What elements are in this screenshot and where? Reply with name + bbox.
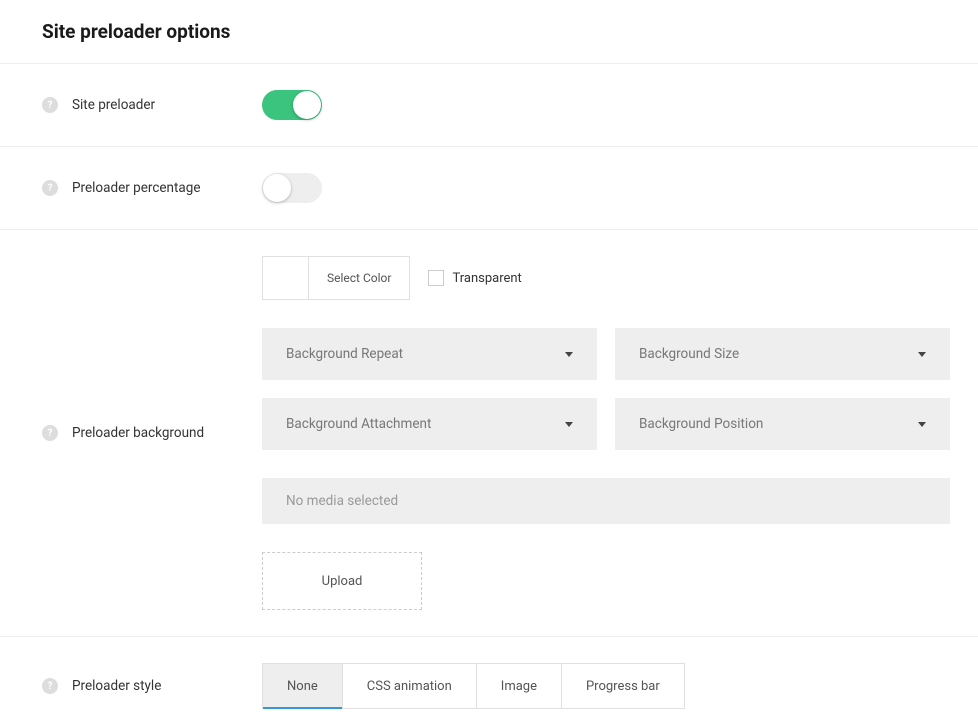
upload-button[interactable]: Upload: [262, 552, 422, 610]
select-label: Background Attachment: [286, 416, 431, 432]
row-preloader-style: ? Preloader style None CSS animation Ima…: [0, 636, 978, 727]
site-preloader-toggle[interactable]: [262, 90, 322, 120]
select-label: Background Size: [639, 346, 739, 362]
color-swatch[interactable]: [263, 257, 309, 299]
bg-repeat-select[interactable]: Background Repeat: [262, 328, 597, 380]
row-label: Preloader percentage: [72, 180, 201, 196]
style-tabs: None CSS animation Image Progress bar: [262, 663, 685, 709]
chevron-down-icon: [918, 352, 926, 357]
bg-position-select[interactable]: Background Position: [615, 398, 950, 450]
help-icon[interactable]: ?: [42, 180, 58, 196]
bg-size-select[interactable]: Background Size: [615, 328, 950, 380]
transparent-checkbox[interactable]: [428, 270, 444, 286]
select-label: Background Repeat: [286, 346, 403, 362]
transparent-label: Transparent: [452, 271, 521, 286]
help-icon[interactable]: ?: [42, 678, 58, 694]
chevron-down-icon: [918, 422, 926, 427]
row-label: Preloader background: [72, 425, 204, 441]
select-label: Background Position: [639, 416, 763, 432]
help-icon[interactable]: ?: [42, 425, 58, 441]
bg-attachment-select[interactable]: Background Attachment: [262, 398, 597, 450]
row-label: Site preloader: [72, 97, 155, 113]
select-color-button[interactable]: Select Color: [309, 257, 409, 299]
row-preloader-background: ? Preloader background Select Color Tran…: [0, 229, 978, 636]
chevron-down-icon: [565, 422, 573, 427]
row-preloader-percentage: ? Preloader percentage: [0, 146, 978, 229]
row-label: Preloader style: [72, 678, 161, 694]
color-picker: Select Color: [262, 256, 410, 300]
help-icon[interactable]: ?: [42, 97, 58, 113]
row-site-preloader: ? Site preloader: [0, 63, 978, 146]
media-selected-display: No media selected: [262, 478, 950, 524]
chevron-down-icon: [565, 352, 573, 357]
page-title: Site preloader options: [0, 0, 978, 63]
preloader-percentage-toggle[interactable]: [262, 173, 322, 203]
